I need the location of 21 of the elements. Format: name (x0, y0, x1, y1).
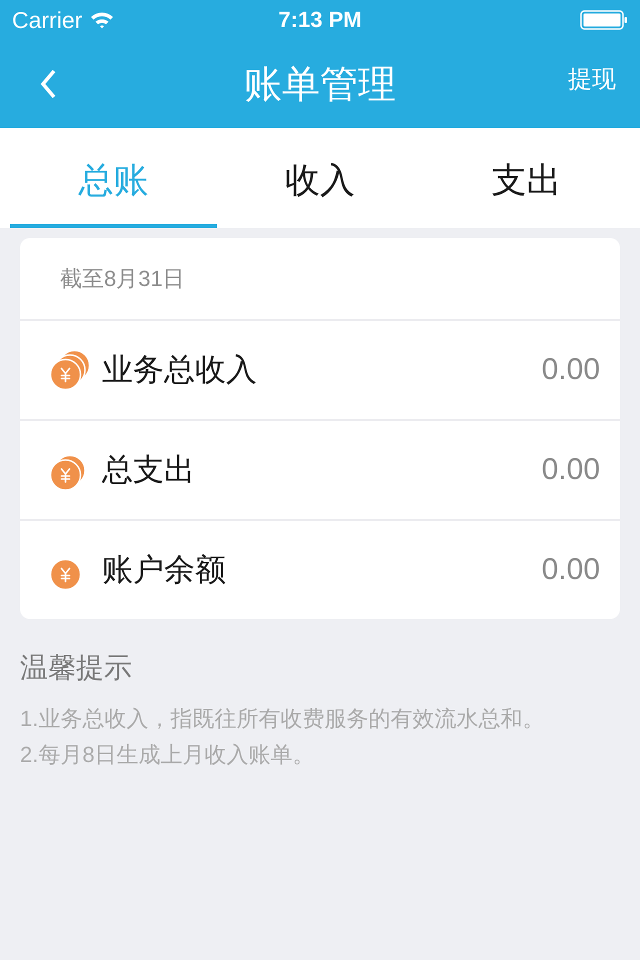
page-title: 账单管理 (244, 62, 396, 108)
coin-stack-icon (50, 454, 86, 490)
row-label: 总支出 (102, 451, 195, 489)
tip-text: 1.业务总收入，指既往所有收费服务的有效流水总和。 (20, 705, 546, 733)
date-note: 截至8月31日 (60, 264, 185, 292)
amount-value: 0.00 (542, 453, 600, 487)
clock-time: 7:13 PM (278, 7, 362, 33)
carrier-name: Carrier (12, 6, 82, 34)
amount-value: 0.00 (542, 553, 600, 587)
tip-text: 2.每月8日生成上月收入账单。 (20, 741, 316, 769)
amount-value: 0.00 (542, 353, 600, 387)
tips-title: 温馨提示 (20, 651, 133, 685)
wifi-icon (90, 11, 114, 29)
row-label: 业务总收入 (102, 351, 257, 389)
tab[interactable]: 收入 (216, 128, 424, 228)
battery-icon (580, 10, 628, 30)
back-chevron-icon (40, 69, 56, 99)
row-label: 账户余额 (102, 551, 226, 589)
coin-stack-icon (50, 350, 90, 390)
yen-coin-icon (50, 559, 81, 590)
tab[interactable]: 支出 (423, 128, 630, 228)
